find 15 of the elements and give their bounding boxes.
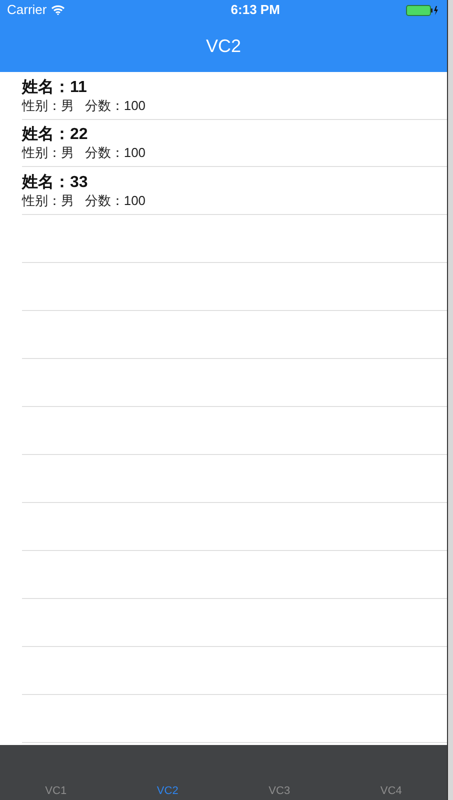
status-time: 6:13 PM: [230, 1, 280, 20]
nav-title: VC2: [206, 34, 241, 58]
detail-label: 性别：男 分数：100: [22, 192, 147, 208]
tab[interactable]: VC3: [224, 784, 336, 798]
name-label: 姓名：22: [22, 125, 89, 146]
carrier-label: Carrier: [7, 1, 47, 20]
detail-label: 性别：男 分数：100: [22, 145, 147, 160]
name-label: 姓名：33: [22, 172, 89, 193]
tab[interactable]: VC1: [0, 784, 112, 798]
detail-label: 性别：男 分数：100: [22, 98, 147, 113]
tab[interactable]: VC4: [335, 784, 447, 798]
tab[interactable]: VC2: [112, 784, 224, 798]
wifi-icon: [50, 5, 65, 15]
battery-icon: [406, 4, 440, 16]
name-label: 姓名：11: [22, 78, 88, 98]
